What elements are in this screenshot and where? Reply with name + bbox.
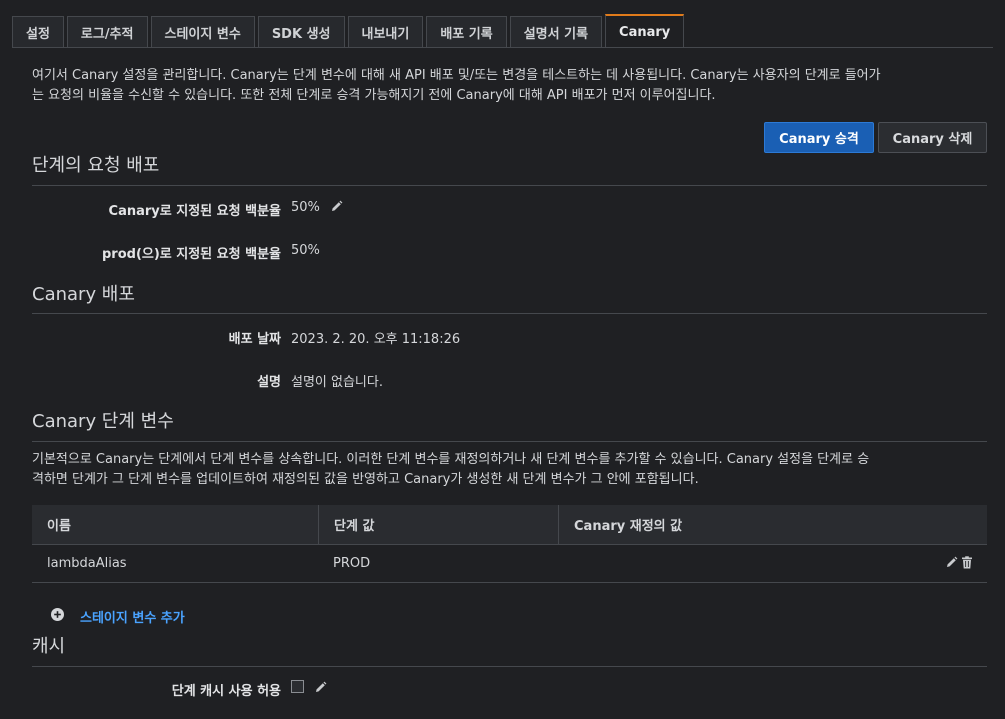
section-divider	[32, 441, 987, 442]
edit-pencil-icon[interactable]	[330, 200, 343, 217]
tab-export[interactable]: 내보내기	[347, 16, 424, 47]
delete-canary-button[interactable]: Canary 삭제	[878, 122, 987, 153]
edit-pencil-icon[interactable]	[945, 556, 958, 573]
description-value: 설명이 없습니다.	[291, 375, 383, 390]
table-header: 이름 단계 값 Canary 재정의 값	[32, 505, 987, 545]
row-actions	[945, 556, 973, 573]
add-stage-variable-button[interactable]: 스테이지 변수 추가	[51, 607, 185, 626]
trash-icon[interactable]	[961, 556, 973, 573]
column-header-stage-value[interactable]: 단계 값	[318, 505, 558, 544]
enable-cache-controls	[281, 680, 327, 698]
tab-deployment-history[interactable]: 배포 기록	[426, 16, 507, 47]
stage-variables-table: 이름 단계 값 Canary 재정의 값 lambdaAlias PROD	[32, 505, 987, 583]
section-divider	[32, 313, 987, 314]
variable-name-cell: lambdaAlias	[47, 556, 127, 571]
tab-settings[interactable]: 설정	[12, 16, 64, 47]
deployment-date-value: 2023. 2. 20. 오후 11:18:26	[291, 332, 461, 347]
intro-text: 여기서 Canary 설정을 관리합니다. Canary는 단계 변수에 대해 …	[32, 66, 982, 106]
tab-stage-variables[interactable]: 스테이지 변수	[150, 16, 255, 47]
tab-canary[interactable]: Canary	[605, 14, 685, 48]
section-divider	[32, 185, 987, 186]
column-header-name[interactable]: 이름	[32, 505, 318, 544]
stage-variables-desc-line-2: 격하면 단계가 그 단계 변수를 업데이트하여 재정의된 값을 반영하고 Can…	[32, 472, 699, 487]
stage-variables-description: 기본적으로 Canary는 단계에서 단계 변수를 상속합니다. 이러한 단계 …	[32, 450, 987, 490]
table-row: lambdaAlias PROD	[32, 545, 987, 583]
add-stage-variable-label: 스테이지 변수 추가	[80, 611, 185, 626]
intro-line-2: 는 요청의 비율을 수신할 수 있습니다. 또한 전체 단계로 승격 가능해지기…	[32, 88, 716, 103]
canary-deployment-title: Canary 배포	[32, 284, 135, 305]
plus-circle-icon	[51, 608, 64, 625]
deployment-date-label: 배포 날짜	[228, 332, 281, 347]
intro-line-1: 여기서 Canary 설정을 관리합니다. Canary는 단계 변수에 대해 …	[32, 68, 881, 83]
canary-percent-value: 50%	[291, 200, 320, 215]
canary-percent-label: Canary로 지정된 요청 백분율	[108, 204, 281, 219]
enable-cache-label: 단계 캐시 사용 허용	[171, 684, 281, 699]
edit-pencil-icon[interactable]	[314, 681, 327, 698]
description-label: 설명	[257, 375, 281, 390]
tab-bar: 설정 로그/추적 스테이지 변수 SDK 생성 내보내기 배포 기록 설명서 기…	[12, 14, 687, 48]
cache-title: 캐시	[32, 636, 66, 657]
tab-divider	[12, 47, 993, 48]
tab-sdk-generation[interactable]: SDK 생성	[257, 16, 345, 47]
prod-percent-label: prod(으)로 지정된 요청 백분율	[101, 247, 281, 262]
stage-variables-desc-line-1: 기본적으로 Canary는 단계에서 단계 변수를 상속합니다. 이러한 단계 …	[32, 452, 870, 467]
prod-percent-value: 50%	[291, 243, 320, 258]
tab-documentation-history[interactable]: 설명서 기록	[509, 16, 603, 47]
stage-value-cell: PROD	[333, 556, 371, 571]
column-header-canary-override[interactable]: Canary 재정의 값	[558, 505, 987, 544]
canary-stage-variables-title: Canary 단계 변수	[32, 411, 174, 432]
tab-logs-tracing[interactable]: 로그/추적	[66, 16, 148, 47]
canary-percent-value-row: 50%	[291, 200, 343, 217]
enable-cache-checkbox[interactable]	[291, 680, 304, 693]
request-distribution-title: 단계의 요청 배포	[32, 155, 160, 176]
section-divider	[32, 666, 987, 667]
promote-canary-button[interactable]: Canary 승격	[764, 122, 874, 153]
